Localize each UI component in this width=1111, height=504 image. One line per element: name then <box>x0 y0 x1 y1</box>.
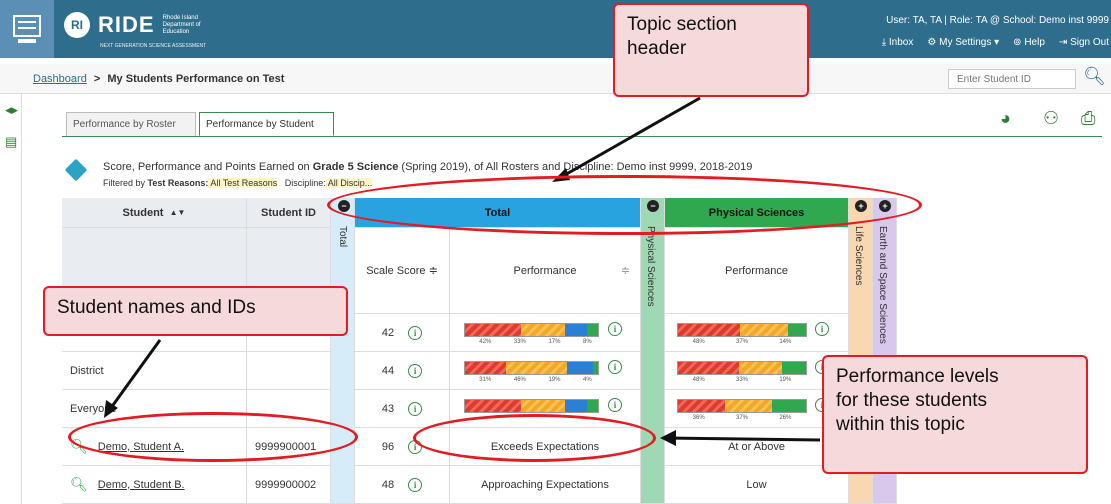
arrowhead-performance <box>660 430 676 446</box>
callout-student-names: Student names and IDs <box>43 286 348 336</box>
arrow-performance <box>664 436 821 442</box>
arrow-topic <box>555 96 701 182</box>
highlight-topic-header <box>327 175 922 235</box>
highlight-performance <box>413 414 656 462</box>
highlight-student-names <box>68 412 358 462</box>
arrow-students <box>106 339 162 413</box>
callout-performance-levels: Performance levels for these students wi… <box>822 355 1088 474</box>
